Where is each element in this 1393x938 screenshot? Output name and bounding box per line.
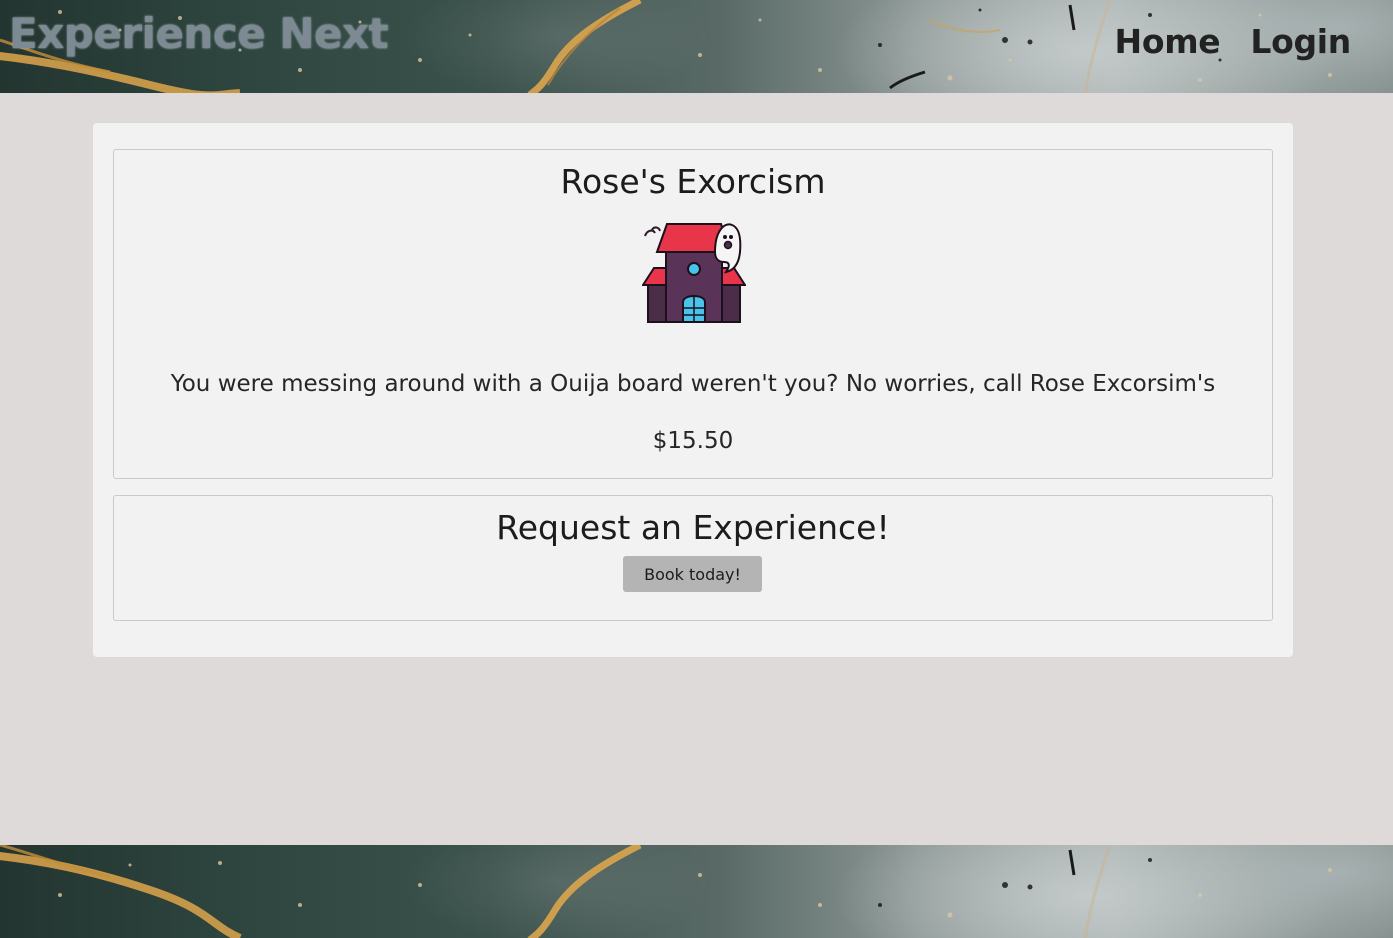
nav-home-link[interactable]: Home — [1115, 22, 1221, 61]
header-banner: Experience Next Home Login — [0, 0, 1393, 93]
experience-description: You were messing around with a Ouija boa… — [170, 371, 1216, 397]
marble-texture — [0, 845, 1332, 938]
main-nav: Home Login — [1115, 22, 1352, 61]
experience-price: $15.50 — [652, 428, 734, 454]
request-title: Request an Experience! — [496, 508, 890, 547]
request-card: Request an Experience! Book today! — [113, 495, 1273, 621]
experience-card: Rose's Exorcism You were messing around … — [113, 149, 1273, 479]
brand-title[interactable]: Experience Next — [9, 9, 389, 58]
main-panel: Rose's Exorcism You were messing around … — [93, 123, 1293, 657]
nav-login-link[interactable]: Login — [1250, 22, 1351, 61]
haunted-house-icon — [642, 223, 746, 323]
footer-banner — [0, 845, 1393, 938]
experience-title: Rose's Exorcism — [560, 162, 826, 201]
book-today-button[interactable]: Book today! — [623, 556, 762, 592]
